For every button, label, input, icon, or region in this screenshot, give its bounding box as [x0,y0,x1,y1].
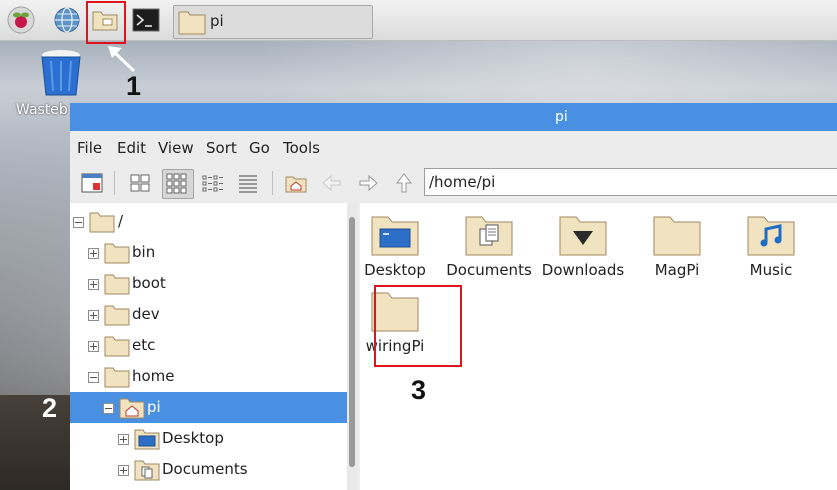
tree-item-etc[interactable]: etc [70,330,347,361]
home-icon [285,176,307,193]
directory-tree: / bin boot dev etc home pi Desktop Docum… [70,203,347,490]
up-button[interactable] [392,171,416,195]
back-arrow-icon [322,174,341,192]
menu-file[interactable]: File [77,139,102,157]
compact-view-button[interactable] [201,171,225,195]
expand-expander-icon[interactable] [88,248,99,259]
file-item-label: Downloads [541,261,625,279]
terminal-icon[interactable] [132,6,160,34]
raspberry-menu-icon[interactable] [7,6,35,34]
expand-expander-icon[interactable] [88,279,99,290]
tree-item-label: dev [132,305,160,323]
path-input[interactable] [424,168,837,196]
tree-item-pi[interactable]: pi [70,392,347,423]
home-button[interactable] [284,171,308,195]
toolbar-separator [272,171,273,195]
annotation-step-1: 1 [126,71,142,101]
compact-view-icon [202,175,223,192]
forward-arrow-icon [359,174,378,192]
new-window-button[interactable] [80,171,104,195]
documents-folder-icon [465,216,513,256]
menu-sort[interactable]: Sort [206,139,237,157]
file-item-downloads[interactable]: Downloads [536,205,630,285]
tree-item-label: / [118,212,124,230]
folder-icon [104,243,130,264]
folder-icon [104,305,130,326]
desktop-folder-icon [371,216,419,256]
tree-item-home[interactable]: home [70,361,347,392]
tree-item-label: home [132,367,175,385]
tree-item-boot[interactable]: boot [70,268,347,299]
window-titlebar[interactable]: pi [70,103,837,131]
tree-item-label: Desktop [162,429,224,447]
menu-tools[interactable]: Tools [283,139,320,157]
folder-icon [89,212,115,233]
music-folder-icon [747,216,795,256]
web-browser-icon[interactable] [53,6,81,34]
annotation-highlight-wiringpi [374,285,462,367]
wastebasket-icon[interactable] [37,47,85,97]
file-item-label: Music [749,261,793,279]
collapse-expander-icon[interactable] [103,403,114,414]
wastebasket-label[interactable]: Wasteb [16,102,68,118]
file-item-label: MagPi [654,261,700,279]
tree-item-label: boot [132,274,166,292]
thumbnail-view-icon [166,173,187,194]
folder-icon [104,367,130,388]
menu-view[interactable]: View [158,139,194,157]
taskbar-window-label: pi [210,12,224,30]
tree-item-desktop[interactable]: Desktop [70,423,347,454]
tree-item-root[interactable]: / [70,206,347,237]
taskbar-window-button[interactable]: pi [173,5,373,39]
expand-expander-icon[interactable] [88,341,99,352]
file-item-desktop[interactable]: Desktop [348,205,442,285]
file-item-label: Desktop [364,261,426,279]
menu-go[interactable]: Go [249,139,270,157]
icon-view-button[interactable] [128,171,152,195]
tree-item-label: etc [132,336,156,354]
file-item-magpi[interactable]: MagPi [630,205,724,285]
annotation-step-3: 3 [411,375,427,405]
toolbar-separator [114,171,115,195]
list-view-icon [239,175,257,193]
folder-icon [653,216,701,256]
thumbnail-view-button[interactable] [162,169,194,199]
tree-item-label: pi [147,398,161,416]
home-folder-icon [119,398,145,419]
downloads-folder-icon [559,216,607,256]
expand-expander-icon[interactable] [88,310,99,321]
icon-view-icon [130,174,150,192]
back-button[interactable] [320,171,344,195]
tree-item-label: bin [132,243,156,261]
annotation-step-2: 2 [42,393,58,423]
folder-icon [104,336,130,357]
expand-expander-icon[interactable] [118,465,129,476]
collapse-expander-icon[interactable] [88,372,99,383]
menu-edit[interactable]: Edit [117,139,146,157]
collapse-expander-icon[interactable] [73,217,84,228]
forward-button[interactable] [356,171,380,195]
folder-icon [104,274,130,295]
up-arrow-icon [395,173,413,193]
new-window-icon [81,173,103,193]
window-title: pi [555,109,568,125]
documents-folder-icon [134,460,160,481]
tree-item-dev[interactable]: dev [70,299,347,330]
desktop-folder-icon [134,429,160,450]
toolbar [70,165,837,201]
file-item-label: Documents [446,261,532,279]
file-item-documents[interactable]: Documents [442,205,536,285]
file-item-music[interactable]: Music [724,205,818,285]
tree-item-bin[interactable]: bin [70,237,347,268]
expand-expander-icon[interactable] [118,434,129,445]
annotation-highlight-file-manager [86,1,126,44]
list-view-button[interactable] [236,171,260,195]
tree-item-label: Documents [162,460,248,478]
folder-icon [178,11,206,35]
menu-bar: File Edit View Sort Go Tools [70,131,837,165]
tree-item-documents[interactable]: Documents [70,454,347,485]
